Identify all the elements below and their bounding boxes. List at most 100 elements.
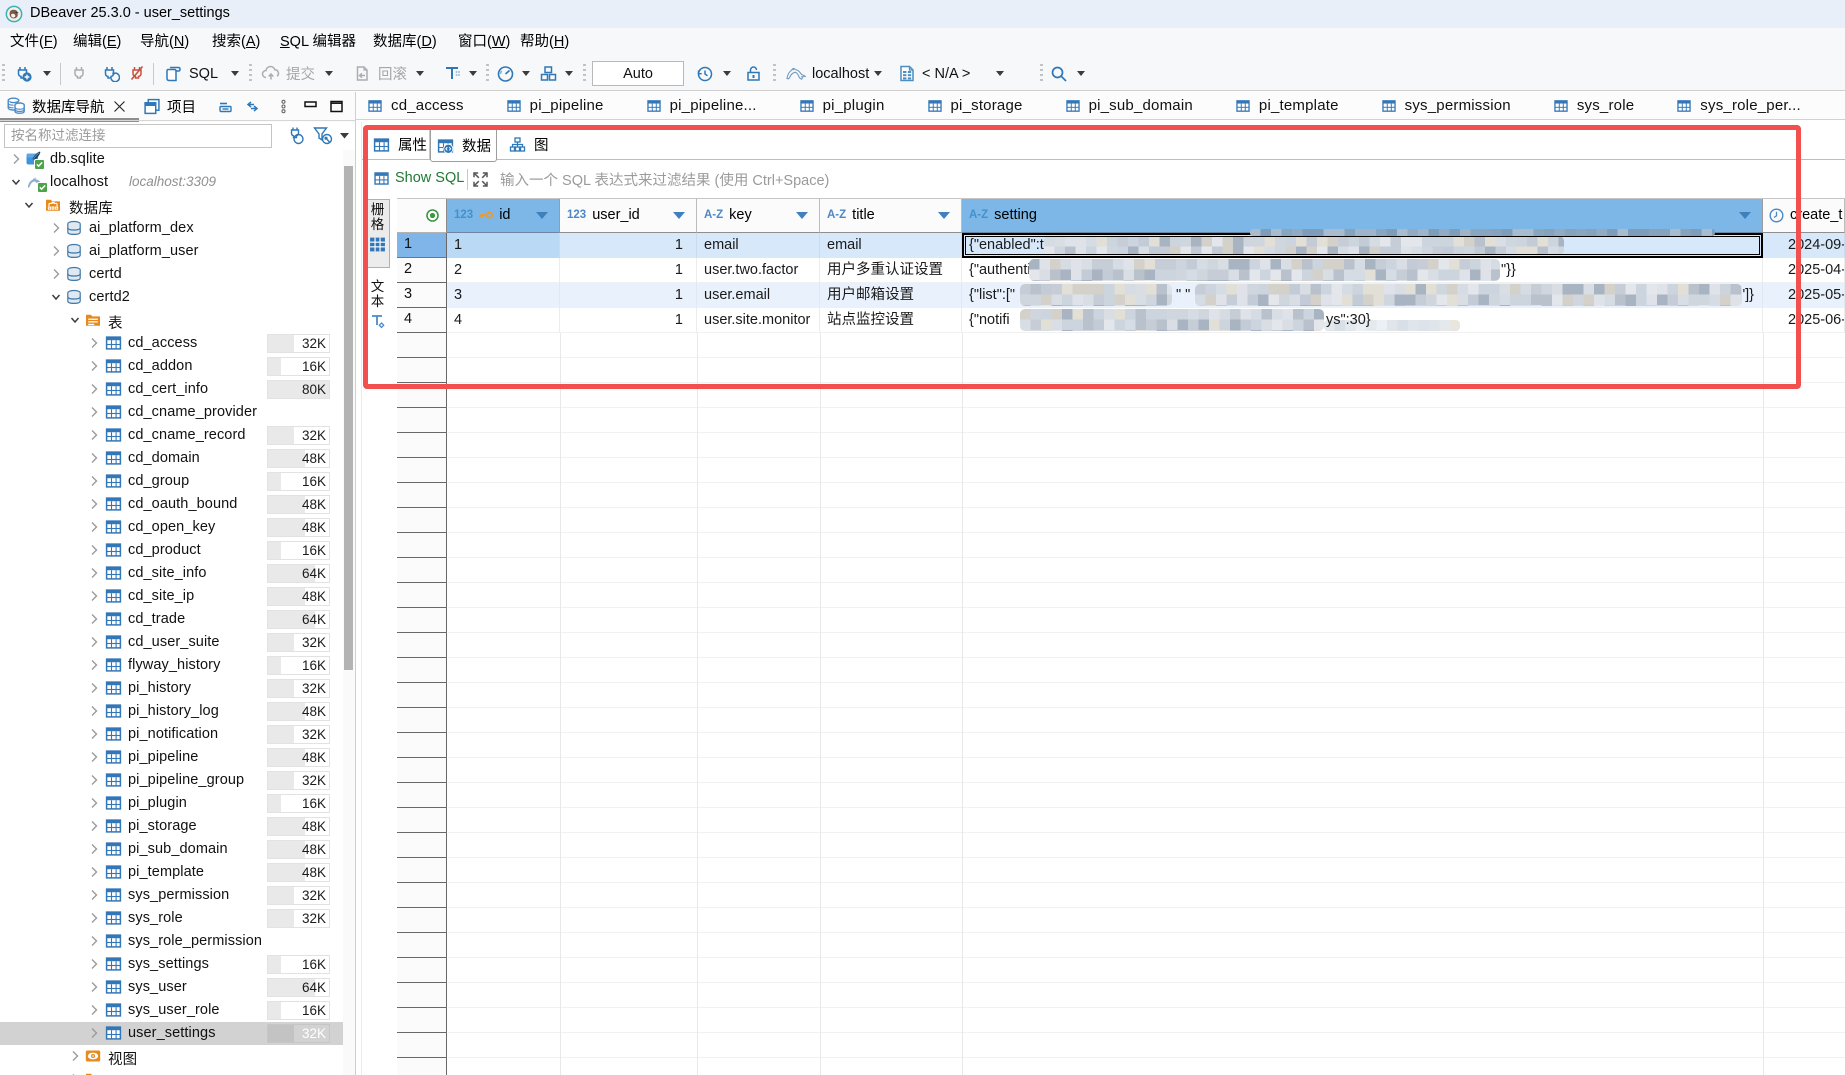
tree-item-pi_history[interactable]: pi_history32K [0, 677, 343, 700]
tree-item-pi_storage[interactable]: pi_storage48K [0, 815, 343, 838]
tree-item-sys_user_role[interactable]: sys_user_role16K [0, 999, 343, 1022]
dropdown-caret-icon[interactable] [995, 57, 1005, 90]
dashboard-button[interactable] [496, 57, 515, 90]
menu-N[interactable]: 导航(N) [140, 28, 189, 57]
tree-item-pi_plugin[interactable]: pi_plugin16K [0, 792, 343, 815]
rollback-button[interactable]: 回滚 [352, 57, 407, 90]
new-connection-button[interactable] [13, 57, 33, 90]
tree-item-sys_settings[interactable]: sys_settings16K [0, 953, 343, 976]
chevron-right-icon[interactable] [88, 383, 100, 395]
chevron-right-icon[interactable] [88, 866, 100, 878]
transaction-log-button[interactable] [443, 57, 462, 90]
chevron-right-icon[interactable] [88, 360, 100, 372]
tree-item-cd_product[interactable]: cd_product16K [0, 539, 343, 562]
chevron-right-icon[interactable] [88, 843, 100, 855]
tree-item-flyway_history[interactable]: flyway_history16K [0, 654, 343, 677]
chevron-right-icon[interactable] [88, 820, 100, 832]
tree-item-pi_notification[interactable]: pi_notification32K [0, 723, 343, 746]
chevron-right-icon[interactable] [88, 567, 100, 579]
tree-item-cd_user_suite[interactable]: cd_user_suite32K [0, 631, 343, 654]
chevron-right-icon[interactable] [88, 544, 100, 556]
chevron-right-icon[interactable] [10, 153, 22, 165]
sidebar-tab-database-navigator[interactable]: 数据库导航 [7, 92, 126, 120]
menu-S[interactable]: SQL 编辑器 [280, 28, 356, 57]
dropdown-caret-icon[interactable] [521, 57, 531, 90]
chevron-right-icon[interactable] [88, 406, 100, 418]
editor-tab-sys_role_per[interactable]: sys_role_per... [1665, 92, 1832, 119]
tree-item-cd_cname_record[interactable]: cd_cname_record32K [0, 424, 343, 447]
sidebar-scrollbar[interactable] [343, 150, 355, 1075]
maximize-panel-button[interactable] [329, 99, 344, 114]
tree-item-pi_pipeline[interactable]: pi_pipeline48K [0, 746, 343, 769]
tree-item-cd_addon[interactable]: cd_addon16K [0, 355, 343, 378]
tree-item-sys_role_permission[interactable]: sys_role_permission [0, 930, 343, 953]
dropdown-caret-icon[interactable] [230, 57, 240, 90]
transaction-history-button[interactable] [695, 57, 714, 90]
tree-item-cd_group[interactable]: cd_group16K [0, 470, 343, 493]
tree-item-[interactable]: 数据库 [0, 194, 343, 217]
link-with-editor-button[interactable] [245, 99, 260, 114]
tree-item-cd_access[interactable]: cd_access32K [0, 332, 343, 355]
chevron-right-icon[interactable] [88, 981, 100, 993]
chevron-right-icon[interactable] [88, 337, 100, 349]
chevron-right-icon[interactable] [88, 475, 100, 487]
chevron-right-icon[interactable] [88, 452, 100, 464]
chevron-down-icon[interactable] [23, 199, 35, 211]
dropdown-caret-icon[interactable] [564, 57, 574, 90]
dropdown-caret-icon[interactable] [415, 57, 425, 90]
filter-connections-icon[interactable] [313, 126, 333, 145]
menu-F[interactable]: 文件(F) [10, 28, 58, 57]
collapse-all-button[interactable] [218, 99, 233, 114]
minimize-panel-button[interactable] [303, 99, 318, 114]
editor-tab-sys_role[interactable]: sys_role [1542, 92, 1665, 119]
reconnect-button[interactable] [100, 57, 120, 90]
tree-item-sys_role[interactable]: sys_role32K [0, 907, 343, 930]
editor-tab-sys_permission[interactable]: sys_permission [1370, 92, 1542, 119]
tree-item-pi_history_log[interactable]: pi_history_log48K [0, 700, 343, 723]
tree-item-cd_oauth_bound[interactable]: cd_oauth_bound48K [0, 493, 343, 516]
chevron-right-icon[interactable] [69, 1050, 81, 1062]
chevron-right-icon[interactable] [88, 958, 100, 970]
dropdown-caret-icon[interactable] [42, 57, 52, 90]
tree-item[interactable] [0, 1068, 343, 1075]
tree-item-dbsqlite[interactable]: db.sqlite [0, 148, 343, 171]
close-tab-icon[interactable] [113, 100, 126, 113]
chevron-right-icon[interactable] [88, 889, 100, 901]
chevron-right-icon[interactable] [88, 774, 100, 786]
tree-item-cd_cert_info[interactable]: cd_cert_info80K [0, 378, 343, 401]
editor-tab-pi_pipeline[interactable]: pi_pipeline [495, 92, 635, 119]
tree-item-pi_sub_domain[interactable]: pi_sub_domain48K [0, 838, 343, 861]
dropdown-caret-icon[interactable] [873, 57, 883, 90]
tree-item-certd[interactable]: certd [0, 263, 343, 286]
menu-W[interactable]: 窗口(W) [458, 28, 510, 57]
menu-E[interactable]: 编辑(E) [73, 28, 121, 57]
active-database-button[interactable]: < N/A > [898, 57, 970, 90]
chevron-right-icon[interactable] [88, 659, 100, 671]
editor-tab-pi_sub_domain[interactable]: pi_sub_domain [1054, 92, 1224, 119]
editor-tab-pi_storage[interactable]: pi_storage [916, 92, 1054, 119]
chevron-down-icon[interactable] [10, 176, 22, 188]
filter-caret-icon[interactable] [339, 132, 350, 140]
disconnect-button[interactable] [129, 57, 146, 90]
tree-item-sys_permission[interactable]: sys_permission32K [0, 884, 343, 907]
chevron-right-icon[interactable] [88, 797, 100, 809]
tree-item-pi_pipeline_group[interactable]: pi_pipeline_group32K [0, 769, 343, 792]
chevron-right-icon[interactable] [88, 1027, 100, 1039]
chevron-right-icon[interactable] [88, 682, 100, 694]
tree-item-user_settings[interactable]: user_settings32K [0, 1022, 343, 1045]
chevron-right-icon[interactable] [88, 429, 100, 441]
search-button[interactable] [1050, 57, 1068, 90]
chevron-right-icon[interactable] [88, 1004, 100, 1016]
editor-tab-pi_pipeline[interactable]: pi_pipeline... [635, 92, 788, 119]
chevron-right-icon[interactable] [50, 268, 62, 280]
tree-item-localhost[interactable]: localhostlocalhost:3309 [0, 171, 343, 194]
connect-button[interactable] [71, 57, 88, 90]
dropdown-caret-icon[interactable] [468, 57, 478, 90]
chevron-right-icon[interactable] [88, 613, 100, 625]
menu-H[interactable]: 帮助(H) [520, 28, 569, 57]
tree-item-cd_open_key[interactable]: cd_open_key48K [0, 516, 343, 539]
tree-item-cd_domain[interactable]: cd_domain48K [0, 447, 343, 470]
tree-item-cd_site_info[interactable]: cd_site_info64K [0, 562, 343, 585]
chevron-right-icon[interactable] [50, 222, 62, 234]
sidebar-tab-projects[interactable]: 项目 [143, 92, 196, 120]
